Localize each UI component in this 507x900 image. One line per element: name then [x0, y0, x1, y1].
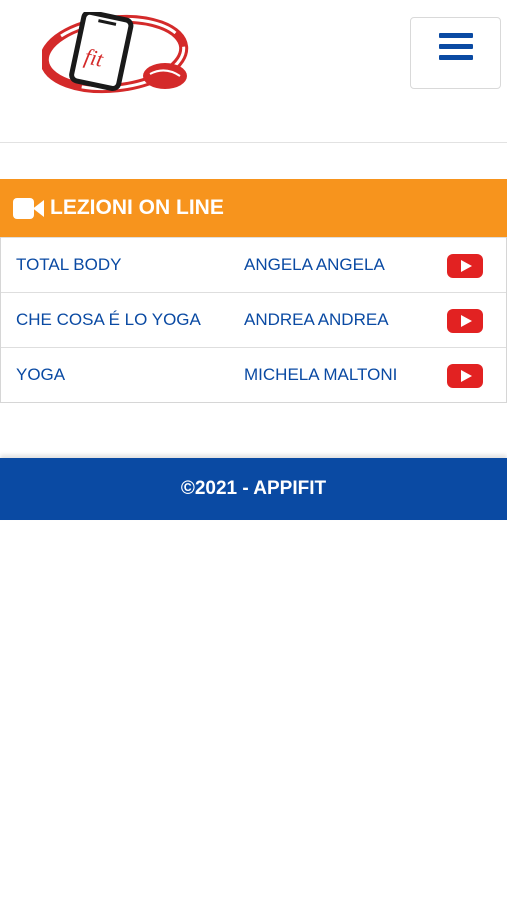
site-footer: ©2021 - APPIFIT [0, 458, 507, 520]
lesson-trainer: MICHELA MALTONI [244, 365, 398, 384]
youtube-play-icon[interactable] [447, 254, 483, 278]
lesson-title[interactable]: YOGA [16, 365, 65, 385]
lessons-list: TOTAL BODY ANGELA ANGELA CHE COSA É LO Y… [0, 237, 507, 403]
lesson-trainer: ANGELA ANGELA [244, 255, 385, 274]
appifit-logo[interactable]: fit [39, 9, 192, 98]
lesson-row[interactable]: YOGA MICHELA MALTONI [1, 347, 506, 402]
lesson-trainer: ANDREA ANDREA [244, 310, 389, 329]
panel-heading: LEZIONI ON LINE [0, 179, 507, 237]
hamburger-menu-button[interactable] [410, 17, 501, 89]
lesson-row[interactable]: CHE COSA É LO YOGA ANDREA ANDREA [1, 292, 506, 347]
copyright-text: ©2021 - APPIFIT [180, 478, 327, 499]
youtube-play-icon[interactable] [447, 309, 483, 333]
lesson-title[interactable]: TOTAL BODY [16, 255, 122, 275]
online-lessons-panel: LEZIONI ON LINE TOTAL BODY ANGELA ANGELA… [0, 179, 507, 403]
youtube-play-icon[interactable] [447, 364, 483, 388]
lesson-title[interactable]: CHE COSA É LO YOGA [16, 310, 201, 330]
site-header: fit [0, 0, 507, 143]
panel-title: LEZIONI ON LINE [50, 196, 224, 219]
logo-graphic: fit [39, 9, 189, 94]
lesson-row[interactable]: TOTAL BODY ANGELA ANGELA [1, 237, 506, 292]
video-camera-icon [13, 197, 44, 219]
